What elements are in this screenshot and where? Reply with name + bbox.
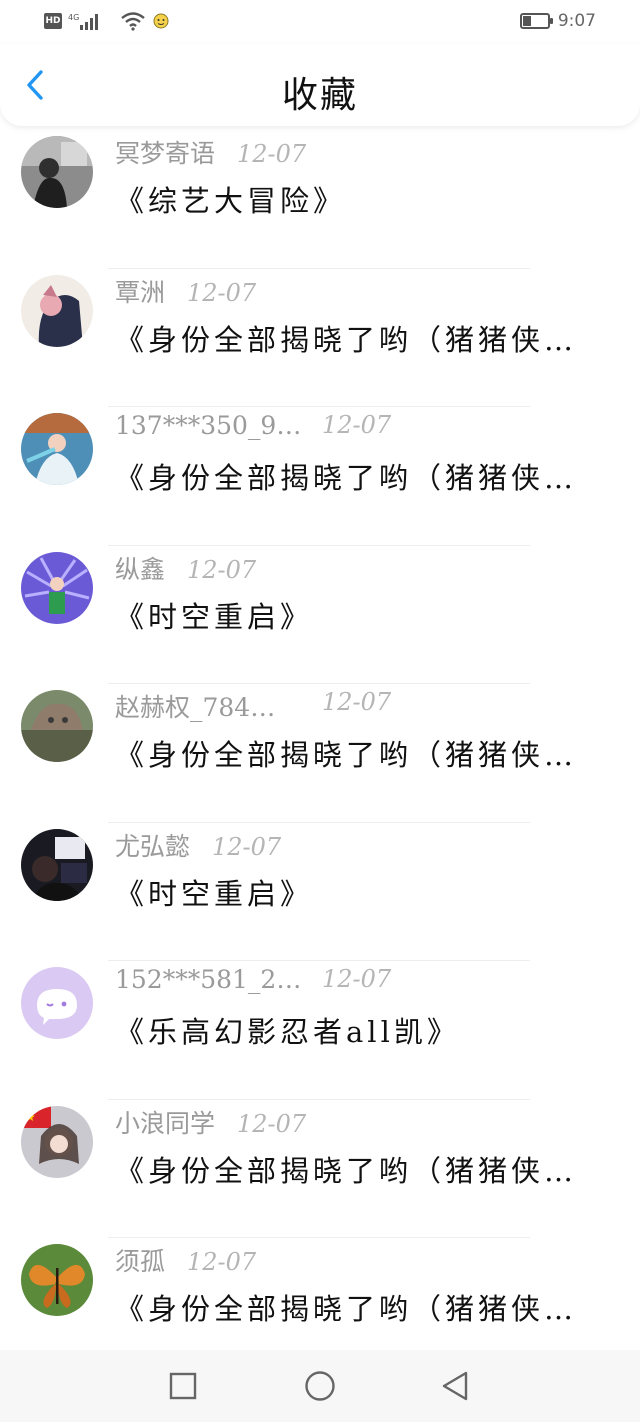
favorite-list-item[interactable]: 尤弘懿 12-07 《时空重启》 [0, 823, 640, 961]
favorite-work-title[interactable]: 《身份全部揭晓了哟（猪猪侠… [115, 1286, 605, 1328]
favorite-list-item[interactable]: 须孤 12-07 《身份全部揭晓了哟（猪猪侠… [0, 1238, 640, 1350]
avatar-image [21, 690, 93, 762]
favorite-list-item[interactable]: 冥梦寄语 12-07 《综艺大冒险》 [0, 130, 640, 269]
favorite-list-item[interactable]: ★ 小浪同学 12-07 《身份全部揭晓了哟（猪猪侠… [0, 1100, 640, 1238]
avatar-image [21, 967, 93, 1039]
status-time: 9:07 [557, 11, 596, 31]
favorite-meta: 冥梦寄语 12-07 [115, 134, 306, 168]
favorite-work-title[interactable]: 《时空重启》 [115, 594, 605, 636]
app-header: 收藏 [0, 44, 640, 126]
avatar[interactable] [21, 828, 93, 901]
favorite-meta: 覃洲 12-07 [115, 273, 256, 307]
favorite-work-title[interactable]: 《身份全部揭晓了哟（猪猪侠… [115, 317, 605, 359]
favorite-meta: 137***350_9… 12-07 [115, 411, 391, 445]
username[interactable]: 小浪同学 [115, 1104, 215, 1140]
circle-icon [305, 1371, 335, 1401]
favorite-date: 12-07 [237, 140, 307, 168]
avatar-image [21, 136, 93, 208]
favorite-list-item[interactable]: 赵赫权_784… 12-07 《身份全部揭晓了哟（猪猪侠… [0, 684, 640, 823]
avatar[interactable] [21, 551, 93, 624]
cellular-signal-icon: 4G [68, 13, 98, 30]
status-bar-right: 9:07 [519, 10, 596, 32]
recents-button[interactable] [165, 1368, 201, 1404]
avatar-image [21, 413, 93, 485]
favorite-list-item[interactable]: 152***581_2… 12-07 《乐高幻影忍者all凯》 [0, 961, 640, 1100]
favorites-list-inner: 冥梦寄语 12-07 《综艺大冒险》 覃洲 12-07 《身份全部揭晓了哟（猪猪侠… 137… [0, 130, 640, 1350]
favorite-meta: 须孤 12-07 [115, 1242, 256, 1276]
network-type-label: 4G [68, 13, 79, 22]
username[interactable]: 冥梦寄语 [115, 134, 215, 170]
wifi-icon [121, 12, 145, 31]
avatar[interactable] [21, 967, 93, 1039]
username[interactable]: 赵赫权_784… [115, 688, 275, 724]
avatar-image [21, 828, 93, 901]
avatar[interactable] [21, 690, 93, 762]
favorite-list-item[interactable]: 纵鑫 12-07 《时空重启》 [0, 546, 640, 684]
username[interactable]: 纵鑫 [115, 550, 165, 586]
favorite-meta: 152***581_2… 12-07 [115, 965, 391, 999]
avatar-image [21, 551, 93, 624]
system-nav-bar [0, 1350, 640, 1422]
avatar[interactable] [21, 136, 93, 208]
favorite-date: 12-07 [187, 555, 257, 584]
favorite-list-item[interactable]: 覃洲 12-07 《身份全部揭晓了哟（猪猪侠… [0, 269, 640, 407]
favorite-work-title[interactable]: 《时空重启》 [115, 871, 605, 913]
favorite-work-title[interactable]: 《身份全部揭晓了哟（猪猪侠… [115, 1148, 605, 1190]
favorite-work-title[interactable]: 《身份全部揭晓了哟（猪猪侠… [115, 732, 605, 774]
status-bar-left: HD 4G [44, 10, 170, 32]
battery-level [522, 16, 531, 26]
avatar[interactable] [21, 1244, 93, 1316]
avatar-image: ★ [21, 1105, 93, 1178]
avatar[interactable]: ★ [21, 1105, 93, 1178]
favorite-date: 12-07 [187, 1248, 257, 1276]
username[interactable]: 尤弘懿 [115, 827, 190, 863]
avatar[interactable] [21, 274, 93, 347]
avatar-image [21, 274, 93, 347]
favorite-date: 12-07 [322, 411, 392, 439]
nav-back-button[interactable] [437, 1368, 473, 1404]
avatar-image [21, 1244, 93, 1316]
favorite-work-title[interactable]: 《乐高幻影忍者all凯》 [115, 1009, 605, 1051]
favorite-date: 12-07 [212, 832, 282, 861]
square-icon [169, 1372, 197, 1400]
hd-badge: HD [44, 13, 62, 29]
favorite-date: 12-07 [187, 278, 257, 307]
username[interactable]: 覃洲 [115, 273, 165, 309]
triangle-back-icon [442, 1371, 468, 1401]
status-bar: HD 4G 9:07 [0, 0, 640, 44]
battery-icon [519, 13, 553, 29]
favorite-date: 12-07 [322, 688, 392, 716]
username[interactable]: 137***350_9… [115, 411, 301, 440]
favorite-date: 12-07 [322, 965, 392, 993]
notification-app-icon [153, 13, 169, 29]
home-button[interactable] [302, 1368, 338, 1404]
username[interactable]: 须孤 [115, 1242, 165, 1278]
username[interactable]: 152***581_2… [115, 965, 301, 994]
favorite-meta: 赵赫权_784… 12-07 [115, 688, 391, 724]
favorite-meta: 尤弘懿 12-07 [115, 827, 281, 861]
favorites-list[interactable]: 冥梦寄语 12-07 《综艺大冒险》 覃洲 12-07 《身份全部揭晓了哟（猪猪侠… 137… [0, 126, 640, 1350]
favorite-meta: 小浪同学 12-07 [115, 1104, 306, 1138]
favorite-date: 12-07 [237, 1109, 307, 1138]
favorite-list-item[interactable]: 137***350_9… 12-07 《身份全部揭晓了哟（猪猪侠… [0, 407, 640, 546]
favorite-work-title[interactable]: 《综艺大冒险》 [115, 178, 605, 220]
favorite-work-title[interactable]: 《身份全部揭晓了哟（猪猪侠… [115, 455, 605, 497]
svg-text:★: ★ [25, 1110, 36, 1124]
favorite-meta: 纵鑫 12-07 [115, 550, 256, 584]
page-title: 收藏 [281, 75, 358, 116]
avatar[interactable] [21, 413, 93, 485]
